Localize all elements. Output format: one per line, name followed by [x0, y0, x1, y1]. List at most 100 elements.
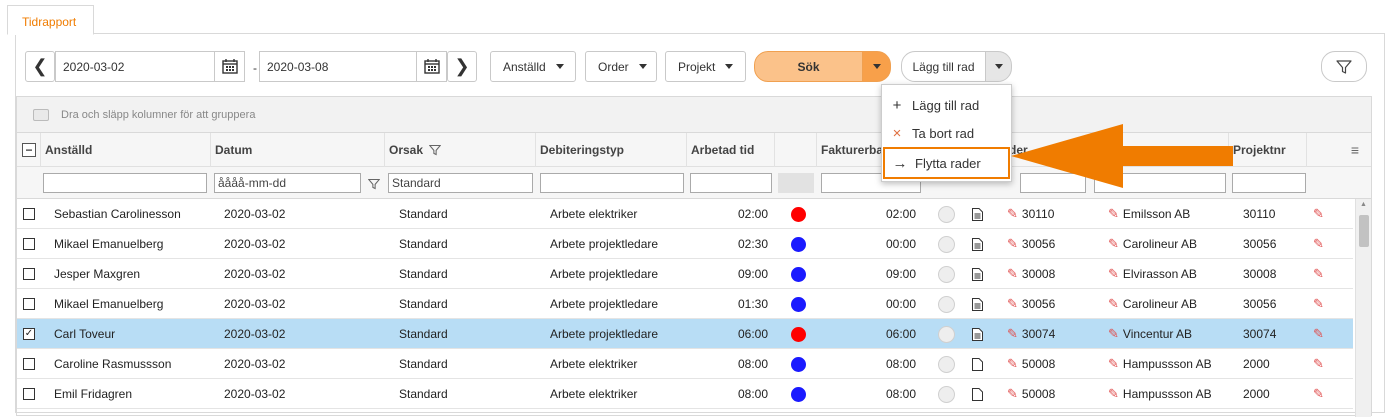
table-row[interactable]: Sebastian Carolinesson 2020-03-02 Standard…	[17, 199, 1353, 229]
approval-cell[interactable]	[938, 259, 955, 289]
checkbox[interactable]: ✓	[23, 328, 35, 340]
order-cell[interactable]: ✎ 30110	[1007, 199, 1054, 229]
pencil-icon[interactable]: ✎	[1007, 206, 1018, 222]
pencil-icon[interactable]: ✎	[1007, 296, 1018, 312]
document-icon[interactable]	[972, 207, 983, 221]
approval-cell[interactable]	[938, 319, 955, 349]
document-cell[interactable]	[972, 319, 983, 349]
reason-filter-input[interactable]: Standard	[388, 173, 533, 193]
pencil-icon[interactable]: ✎	[1108, 296, 1119, 312]
column-employee[interactable]: Anställd	[41, 133, 211, 167]
edit-row-cell[interactable]: ✎	[1313, 199, 1328, 229]
document-cell[interactable]	[972, 349, 983, 379]
checkbox[interactable]	[23, 298, 35, 310]
document-icon[interactable]	[972, 327, 983, 341]
document-cell[interactable]	[972, 289, 983, 319]
pencil-icon[interactable]: ✎	[1007, 266, 1018, 282]
menu-item-add-row[interactable]: + Lägg till rad	[882, 91, 1011, 119]
pencil-icon[interactable]: ✎	[1313, 326, 1324, 342]
pencil-icon[interactable]: ✎	[1313, 356, 1324, 372]
approval-circle-icon[interactable]	[938, 265, 955, 283]
document-cell[interactable]	[972, 229, 983, 259]
tab-tidrapport[interactable]: Tidrapport	[7, 5, 94, 35]
order-cell[interactable]: ✎ 30008	[1007, 259, 1055, 289]
menu-item-remove-row[interactable]: × Ta bort rad	[882, 119, 1011, 147]
add-row-options-button[interactable]	[985, 51, 1012, 82]
table-row[interactable]: ✓ Carl Toveur 2020-03-02 Standard Arbete pro…	[17, 319, 1353, 349]
pencil-icon[interactable]: ✎	[1108, 386, 1119, 402]
pencil-icon[interactable]: ✎	[1108, 356, 1119, 372]
checkbox[interactable]	[23, 238, 35, 250]
date-filter-input[interactable]: åååå-mm-dd	[214, 173, 361, 193]
pencil-icon[interactable]: ✎	[1007, 386, 1018, 402]
project-dropdown[interactable]: Projekt	[665, 51, 746, 82]
add-row-button[interactable]: Lägg till rad	[901, 51, 986, 82]
search-options-button[interactable]	[862, 51, 891, 82]
approval-circle-icon[interactable]	[938, 295, 955, 313]
prev-week-button[interactable]: ❮	[25, 51, 55, 82]
checkbox[interactable]	[23, 268, 35, 280]
row-checkbox[interactable]	[23, 259, 35, 289]
pencil-icon[interactable]: ✎	[1108, 266, 1119, 282]
pencil-icon[interactable]: ✎	[1313, 266, 1324, 282]
approval-circle-icon[interactable]	[938, 235, 955, 253]
order-cell[interactable]: ✎ 50008	[1007, 379, 1055, 409]
row-checkbox[interactable]	[23, 289, 35, 319]
document-icon[interactable]	[972, 267, 983, 281]
worked-time-filter-input[interactable]	[690, 173, 772, 193]
pencil-icon[interactable]: ✎	[1007, 326, 1018, 342]
customer-cell[interactable]: ✎ Carolineur AB	[1108, 289, 1197, 319]
order-cell[interactable]: ✎ 50008	[1007, 349, 1055, 379]
row-checkbox[interactable]	[23, 229, 35, 259]
column-date[interactable]: Datum	[211, 133, 385, 167]
select-all-checkbox[interactable]: −	[17, 133, 41, 167]
next-week-button[interactable]: ❯	[447, 51, 477, 82]
edit-row-cell[interactable]: ✎	[1313, 319, 1328, 349]
menu-item-move-rows[interactable]: → Flytta rader	[883, 147, 1010, 179]
project-no-filter-input[interactable]	[1232, 173, 1306, 193]
checkbox[interactable]	[23, 358, 35, 370]
customer-cell[interactable]: ✎ Elvirasson AB	[1108, 259, 1197, 289]
table-row[interactable]: Jesper Maxgren 2020-03-02 Standard Arbete p…	[17, 259, 1353, 289]
customer-cell[interactable]: ✎ Emilsson AB	[1108, 199, 1190, 229]
order-cell[interactable]: ✎ 30056	[1007, 229, 1055, 259]
filter-icon[interactable]	[368, 178, 380, 190]
pencil-icon[interactable]: ✎	[1007, 356, 1018, 372]
column-status[interactable]	[775, 133, 817, 167]
debit-type-filter-input[interactable]	[540, 173, 684, 193]
calendar-icon[interactable]	[416, 52, 446, 81]
approval-circle-icon[interactable]	[938, 385, 955, 403]
pencil-icon[interactable]: ✎	[1108, 236, 1119, 252]
edit-row-cell[interactable]: ✎	[1313, 259, 1328, 289]
table-row[interactable]: Mikael Emanuelberg 2020-03-02 Standard Arbe…	[17, 229, 1353, 259]
customer-cell[interactable]: ✎ Carolineur AB	[1108, 229, 1197, 259]
customer-cell[interactable]: ✎ Hampussson AB	[1108, 379, 1212, 409]
edit-row-cell[interactable]: ✎	[1313, 289, 1328, 319]
filter-icon[interactable]	[429, 144, 442, 156]
search-button[interactable]: Sök	[754, 51, 863, 82]
column-menu-button[interactable]: ≡	[1307, 133, 1371, 167]
checkbox[interactable]	[23, 208, 35, 220]
date-from-field[interactable]: 2020-03-02	[55, 51, 245, 82]
edit-row-cell[interactable]: ✎	[1313, 229, 1328, 259]
table-row[interactable]: Mikael Emanuelberg 2020-03-02 Standard Arbe…	[17, 289, 1353, 319]
approval-cell[interactable]	[938, 379, 955, 409]
scroll-up-icon[interactable]: ▲	[1360, 201, 1367, 208]
approval-circle-icon[interactable]	[938, 355, 955, 373]
approval-cell[interactable]	[938, 349, 955, 379]
employee-filter-input[interactable]	[43, 173, 207, 193]
order-cell[interactable]: ✎ 30074	[1007, 319, 1055, 349]
document-cell[interactable]	[972, 259, 983, 289]
filter-button[interactable]	[1321, 51, 1367, 82]
customer-cell[interactable]: ✎ Vincentur AB	[1108, 319, 1192, 349]
edit-row-cell[interactable]: ✎	[1313, 379, 1328, 409]
customer-cell[interactable]: ✎ Hampussson AB	[1108, 349, 1212, 379]
approval-cell[interactable]	[938, 289, 955, 319]
pencil-icon[interactable]: ✎	[1313, 206, 1324, 222]
approval-cell[interactable]	[938, 229, 955, 259]
table-row[interactable]: Emil Fridagren 2020-03-02 Standard Arbete e…	[17, 379, 1353, 409]
row-checkbox[interactable]	[23, 349, 35, 379]
table-row[interactable]: Caroline Rasmussson 2020-03-02 Standard Arb…	[17, 349, 1353, 379]
row-checkbox[interactable]: ✓	[23, 319, 35, 349]
approval-cell[interactable]	[938, 199, 955, 229]
